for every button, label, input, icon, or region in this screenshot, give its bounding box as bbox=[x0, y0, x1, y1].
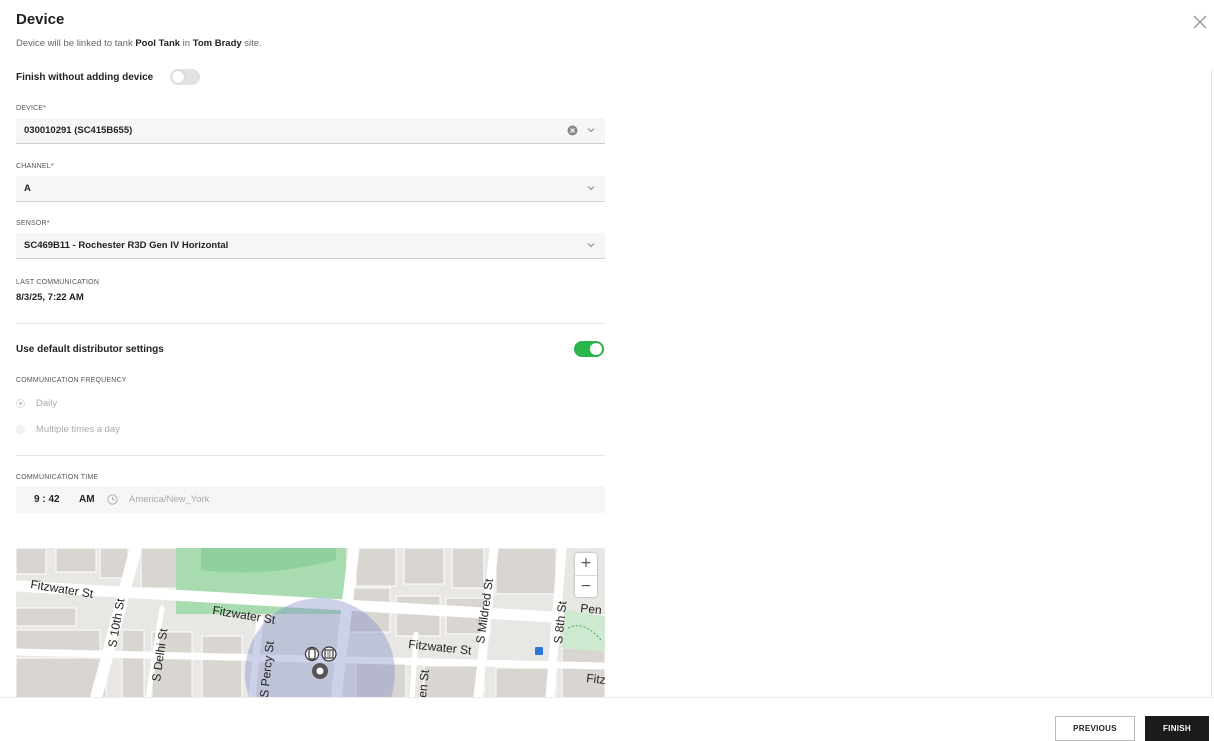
dialog-title: Device bbox=[16, 11, 65, 28]
device-label: DEVICE* bbox=[16, 105, 47, 112]
comm-time-label: COMMUNICATION TIME bbox=[16, 474, 99, 481]
timezone-value: America/New_York bbox=[129, 494, 210, 505]
device-select[interactable]: 030010291 (SC415B655) bbox=[16, 118, 605, 144]
comm-time-field[interactable]: 9 : 42 AM America/New_York bbox=[16, 486, 605, 513]
street-label: Pen bbox=[580, 601, 603, 617]
close-icon[interactable] bbox=[1190, 12, 1210, 32]
map-view[interactable]: Fitzwater St Fitzwater St Fitzwater St S… bbox=[16, 548, 605, 698]
section-divider bbox=[16, 455, 605, 456]
time-hours[interactable]: 9 bbox=[34, 494, 40, 505]
chevron-down-icon[interactable] bbox=[587, 185, 595, 191]
device-value: 030010291 (SC415B655) bbox=[24, 125, 133, 136]
chevron-down-icon[interactable] bbox=[587, 127, 595, 133]
clear-icon[interactable] bbox=[567, 125, 578, 136]
sensor-select[interactable]: SC469B11 - Rochester R3D Gen IV Horizont… bbox=[16, 233, 605, 259]
street-label: en St bbox=[415, 668, 432, 698]
frequency-option-label: Daily bbox=[36, 398, 58, 409]
footer-divider bbox=[0, 697, 1214, 698]
radio-unselected-icon bbox=[16, 425, 25, 434]
distributor-settings-toggle[interactable] bbox=[574, 341, 604, 357]
street-label: Fitz bbox=[586, 671, 605, 687]
subtitle-prefix: Device will be linked to tank bbox=[16, 38, 136, 49]
zoom-out-button[interactable]: − bbox=[575, 576, 597, 598]
time-ampm[interactable]: AM bbox=[79, 494, 95, 505]
frequency-label: COMMUNICATION FREQUENCY bbox=[16, 377, 127, 384]
channel-label: CHANNEL* bbox=[16, 163, 54, 170]
map-canvas[interactable]: Fitzwater St Fitzwater St Fitzwater St S… bbox=[16, 548, 605, 698]
map-zoom-control: + − bbox=[575, 553, 597, 597]
frequency-option-label: Multiple times a day bbox=[36, 424, 120, 435]
frequency-option-multiple[interactable]: Multiple times a day bbox=[16, 424, 120, 435]
previous-button[interactable]: PREVIOUS bbox=[1055, 716, 1135, 741]
finish-without-device-row: Finish without adding device bbox=[16, 68, 201, 86]
last-communication-value: 8/3/25, 7:22 AM bbox=[16, 292, 84, 303]
radio-selected-icon bbox=[16, 399, 25, 408]
last-communication-label: LAST COMMUNICATION bbox=[16, 279, 100, 286]
channel-select[interactable]: A bbox=[16, 176, 605, 202]
subtitle-middle: in bbox=[180, 38, 193, 49]
site-name: Tom Brady bbox=[192, 38, 242, 49]
time-hours-minutes[interactable]: 9 : 42 bbox=[34, 494, 60, 505]
clock-icon bbox=[107, 494, 118, 505]
section-divider bbox=[16, 323, 605, 324]
dialog-subtitle: Device will be linked to tank Pool Tank … bbox=[16, 38, 262, 49]
finish-without-device-label: Finish without adding device bbox=[16, 71, 154, 83]
finish-button[interactable]: FINISH bbox=[1145, 716, 1209, 741]
subtitle-suffix: site. bbox=[241, 38, 262, 49]
distributor-settings-label: Use default distributor settings bbox=[16, 344, 164, 355]
zoom-in-button[interactable]: + bbox=[575, 553, 597, 576]
chevron-down-icon[interactable] bbox=[587, 242, 595, 248]
sensor-value: SC469B11 - Rochester R3D Gen IV Horizont… bbox=[24, 240, 229, 251]
tank-name: Pool Tank bbox=[135, 38, 181, 49]
frequency-option-daily[interactable]: Daily bbox=[16, 398, 57, 409]
sensor-label: SENSOR* bbox=[16, 220, 50, 227]
finish-without-device-toggle[interactable] bbox=[170, 69, 201, 85]
time-minutes[interactable]: 42 bbox=[48, 494, 59, 505]
right-scroll-divider bbox=[1211, 70, 1212, 696]
channel-value: A bbox=[24, 183, 31, 194]
